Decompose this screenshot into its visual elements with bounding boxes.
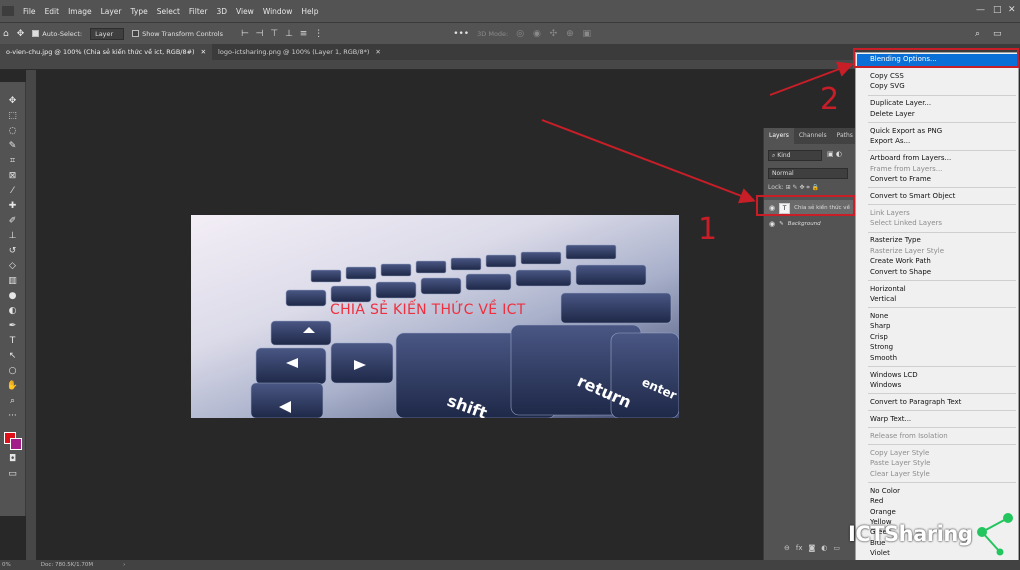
logo-text: ICTSharing — [848, 522, 973, 546]
zoom-level[interactable]: 0% — [2, 560, 11, 570]
step-number-1: 1 — [698, 212, 718, 247]
doc-size: Doc: 780.5K/1.70M — [40, 562, 94, 568]
step-number-2: 2 — [820, 82, 840, 117]
ictsharing-logo: ICTSharing — [848, 512, 1018, 556]
status-bar: 0% Doc: 780.5K/1.70M › — [0, 560, 1020, 570]
status-arrow-icon[interactable]: › — [123, 560, 125, 570]
annotation-arrows — [541, 61, 854, 204]
logo-network-icon — [977, 513, 1014, 556]
